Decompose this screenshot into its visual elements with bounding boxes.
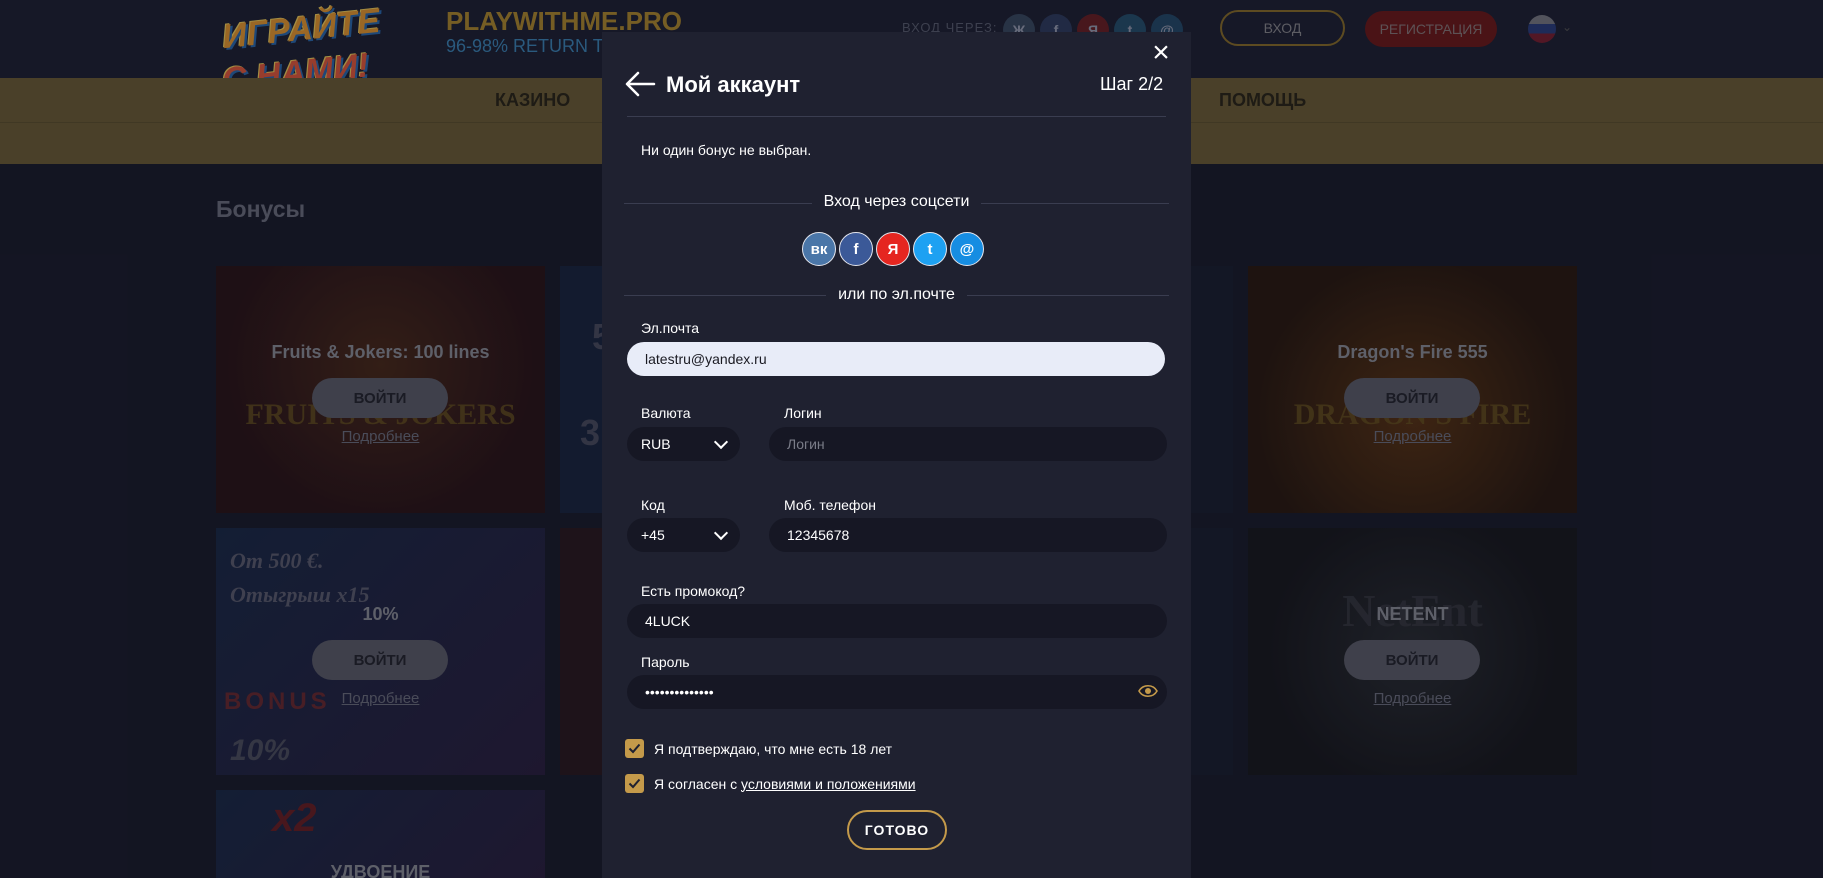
facebook-icon[interactable]: f (839, 232, 873, 266)
done-button[interactable]: ГОТОВО (847, 810, 947, 850)
mailru-icon[interactable]: @ (950, 232, 984, 266)
checkmark-icon (628, 778, 641, 789)
terms-agree-row[interactable]: Я согласен с условиями и положениями (625, 774, 916, 793)
country-code-select[interactable]: +45 (627, 518, 740, 552)
show-password-eye-icon[interactable] (1138, 684, 1158, 698)
social-login-title: Вход через соцсети (602, 193, 1191, 211)
yandex-icon[interactable]: Я (876, 232, 910, 266)
social-login-title-text: Вход через соцсети (811, 193, 982, 210)
country-code-value: +45 (641, 527, 665, 543)
divider (627, 116, 1166, 117)
terms-agree-text: Я согласен с условиями и положениями (654, 776, 916, 792)
password-label: Пароль (641, 654, 690, 670)
email-label: Эл.почта (641, 320, 700, 336)
currency-select-value: RUB (641, 436, 671, 452)
or-email-title: или по эл.почте (602, 286, 1191, 304)
age-confirm-row[interactable]: Я подтверждаю, что мне есть 18 лет (625, 739, 892, 758)
step-indicator: Шаг 2/2 (1100, 74, 1164, 94)
phone-label: Моб. телефон (784, 497, 876, 513)
password-field[interactable] (627, 675, 1167, 709)
modal-title: Мой аккаунт (666, 72, 801, 97)
vk-icon[interactable]: вк (802, 232, 836, 266)
checkmark-icon (628, 743, 641, 754)
promo-code-field[interactable] (627, 604, 1167, 638)
social-login-icons: вк f Я t @ (802, 232, 984, 266)
code-label: Код (641, 497, 665, 513)
age-confirm-text: Я подтверждаю, что мне есть 18 лет (654, 740, 893, 757)
currency-label: Валюта (641, 405, 691, 421)
age-confirm-checkbox[interactable] (625, 739, 644, 758)
phone-field[interactable] (769, 518, 1167, 552)
account-modal: × Мой аккаунт Шаг 2/2 Ни один бонус не в… (602, 32, 1191, 878)
terms-agree-prefix: Я согласен с (654, 775, 741, 792)
chevron-down-icon (713, 525, 729, 540)
terms-link[interactable]: условиями и положениями (741, 776, 916, 792)
login-field[interactable] (769, 427, 1167, 461)
promo-label[interactable]: Есть промокод? (641, 583, 745, 599)
or-email-title-text: или по эл.почте (826, 286, 967, 303)
close-icon[interactable]: × (1148, 38, 1174, 68)
login-label: Логин (784, 405, 822, 421)
chevron-down-icon (713, 434, 729, 449)
currency-select[interactable]: RUB (627, 427, 740, 461)
email-field[interactable] (627, 342, 1165, 376)
terms-agree-checkbox[interactable] (625, 774, 644, 793)
back-arrow-icon[interactable] (624, 70, 656, 98)
no-bonus-message: Ни один бонус не выбран. (641, 142, 812, 158)
twitter-icon[interactable]: t (913, 232, 947, 266)
